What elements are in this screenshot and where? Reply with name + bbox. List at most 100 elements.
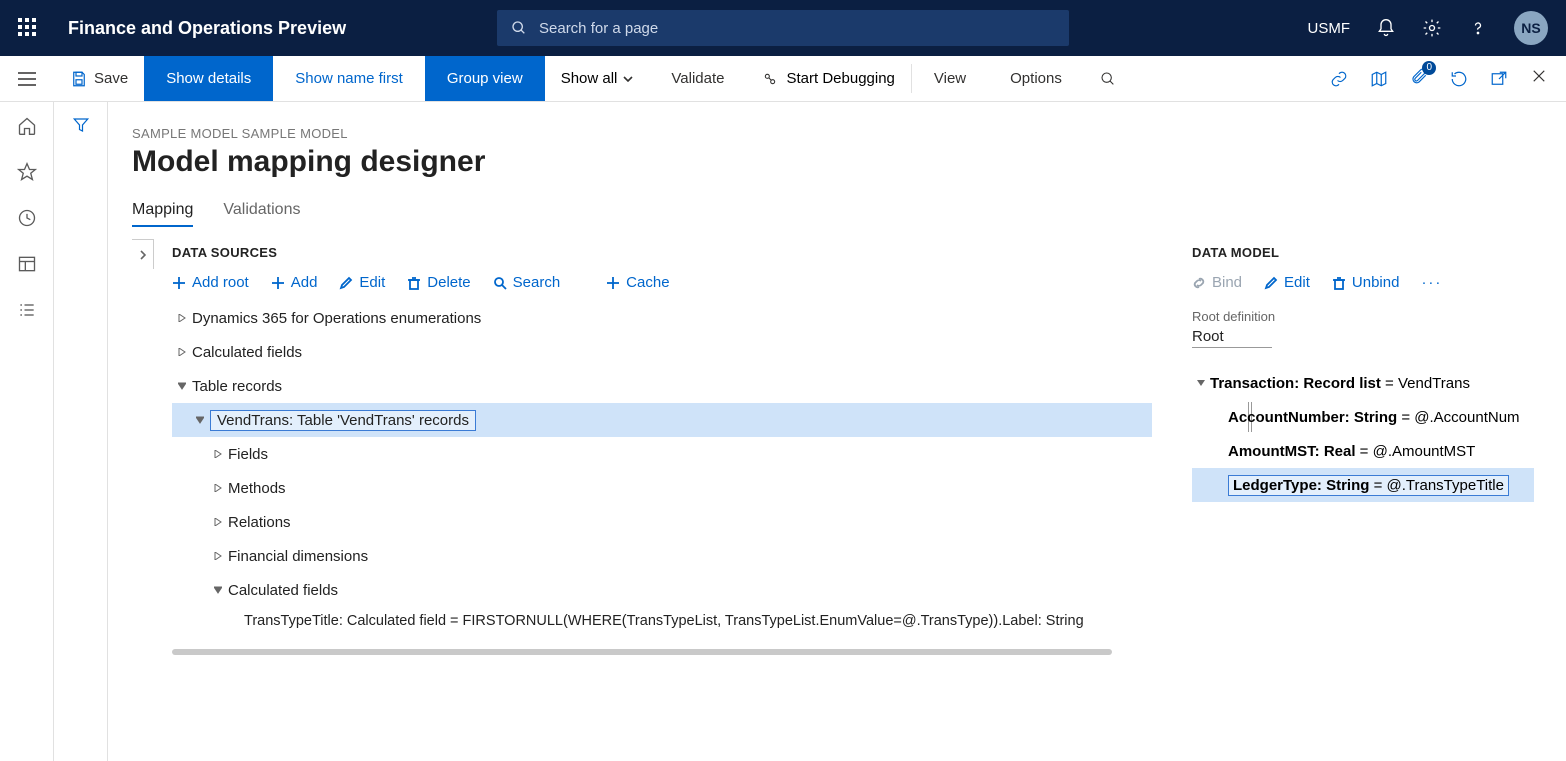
search-icon [1100,71,1116,87]
save-icon [70,70,88,88]
add-label: Add [291,274,318,291]
tree-node-fields[interactable]: Fields [172,437,1152,471]
tree-node-vendtrans[interactable]: VendTrans: Table 'VendTrans' records [172,403,1152,437]
root-definition-value[interactable]: Root [1192,328,1272,348]
left-nav-rail [0,102,54,761]
unbind-button[interactable]: Unbind [1332,274,1400,291]
cache-button[interactable]: Cache [606,274,669,291]
recent-icon[interactable] [17,208,37,228]
caret-right-icon [178,314,186,322]
tree-label: VendTrans: Table 'VendTrans' records [210,410,476,431]
map-icon[interactable] [1370,70,1388,88]
star-icon[interactable] [17,162,37,182]
data-sources-title: DATA SOURCES [172,245,1152,260]
app-launcher-icon[interactable] [18,18,38,38]
dm-more-button[interactable]: ··· [1421,274,1442,291]
caret-down-icon [196,416,204,424]
dm-node-transaction[interactable]: Transaction: Record list = VendTrans [1192,366,1534,400]
tree-node-trans-type-title[interactable]: TransTypeTitle: Calculated field = FIRST… [244,607,1152,635]
start-debugging-label: Start Debugging [786,70,894,87]
tree-label: Calculated fields [228,582,338,599]
add-root-button[interactable]: Add root [172,274,249,291]
view-menu[interactable]: View [912,56,988,101]
caret-right-icon [214,484,222,492]
tree-node-enums[interactable]: Dynamics 365 for Operations enumerations [172,301,1152,335]
search-icon [493,276,507,290]
start-debugging-button[interactable]: Start Debugging [746,56,910,101]
funnel-icon[interactable] [71,116,91,134]
tree-node-methods[interactable]: Methods [172,471,1152,505]
tabs: Mapping Validations [132,201,1534,227]
show-name-first-button[interactable]: Show name first [273,56,425,101]
close-button[interactable] [1530,67,1548,90]
dm-edit-label: Edit [1284,274,1310,291]
dm-node-amount[interactable]: AmountMST: Real = @.AmountMST [1192,434,1534,468]
tree-node-vt-calc-fields[interactable]: Calculated fields [172,573,1152,607]
home-icon[interactable] [17,116,37,136]
show-all-dropdown[interactable]: Show all [545,56,650,101]
tab-validations[interactable]: Validations [223,201,300,227]
horizontal-scrollbar[interactable] [172,649,1112,655]
validate-button[interactable]: Validate [649,56,746,101]
caret-right-icon [214,518,222,526]
plus-icon [172,276,186,290]
search-label: Search [513,274,561,291]
show-details-button[interactable]: Show details [144,56,273,101]
main-content: SAMPLE MODEL SAMPLE MODEL Model mapping … [108,102,1566,761]
workspace-icon[interactable] [17,254,37,274]
link-icon[interactable] [1330,70,1348,88]
tree-node-relations[interactable]: Relations [172,505,1152,539]
popout-icon[interactable] [1490,70,1508,88]
search-input[interactable] [539,20,1055,37]
edit-button[interactable]: Edit [339,274,385,291]
tree-node-calc-fields[interactable]: Calculated fields [172,335,1152,369]
nav-toggle-button[interactable] [0,56,54,101]
add-button[interactable]: Add [271,274,318,291]
filter-column [54,102,108,761]
dm-label: LedgerType: String = @.TransTypeTitle [1228,475,1509,496]
chevron-right-icon [140,250,146,260]
help-icon[interactable] [1468,18,1488,38]
dm-node-ledger[interactable]: LedgerType: String = @.TransTypeTitle [1192,468,1534,502]
trash-icon [407,276,421,290]
data-model-title: DATA MODEL [1192,245,1534,260]
tree-label: Dynamics 365 for Operations enumerations [192,310,481,327]
modules-icon[interactable] [17,300,37,320]
refresh-icon[interactable] [1450,70,1468,88]
chevron-down-icon [623,76,633,82]
data-sources-panel: DATA SOURCES Add root Add Edit Delete Se… [132,239,1152,754]
page-title: Model mapping designer [132,145,1534,179]
dm-node-account[interactable]: AccountNumber: String = @.AccountNum [1192,400,1534,434]
gear-icon[interactable] [1422,18,1442,38]
link-icon [1192,276,1206,290]
unbind-label: Unbind [1352,274,1400,291]
global-search[interactable] [497,10,1069,46]
caret-right-icon [178,348,186,356]
user-avatar[interactable]: NS [1514,11,1548,45]
root-definition-label: Root definition [1192,309,1534,324]
tab-mapping[interactable]: Mapping [132,201,193,227]
caret-down-icon [178,382,186,390]
search-button[interactable]: Search [493,274,561,291]
save-button[interactable]: Save [54,56,144,101]
delete-button[interactable]: Delete [407,274,470,291]
options-menu[interactable]: Options [988,56,1084,101]
close-icon [1530,67,1548,85]
ds-toolbar: Add root Add Edit Delete Search Cache [172,274,1152,291]
group-view-button[interactable]: Group view [425,56,545,101]
page-search-button[interactable] [1084,56,1132,101]
tree-node-table-records[interactable]: Table records [172,369,1152,403]
tree-label: Fields [228,446,268,463]
tree-label: Methods [228,480,286,497]
dm-edit-button[interactable]: Edit [1264,274,1310,291]
collapse-data-source-types[interactable] [132,239,154,269]
delete-label: Delete [427,274,470,291]
attachments-button[interactable]: 0 [1410,67,1428,90]
tree-node-fin-dims[interactable]: Financial dimensions [172,539,1152,573]
app-title: Finance and Operations Preview [68,18,346,39]
dm-label: Transaction: Record list = VendTrans [1210,375,1470,392]
ellipsis-icon: ··· [1421,274,1442,291]
company-code[interactable]: USMF [1308,20,1351,37]
bell-icon[interactable] [1376,18,1396,38]
tree-label: Relations [228,514,291,531]
